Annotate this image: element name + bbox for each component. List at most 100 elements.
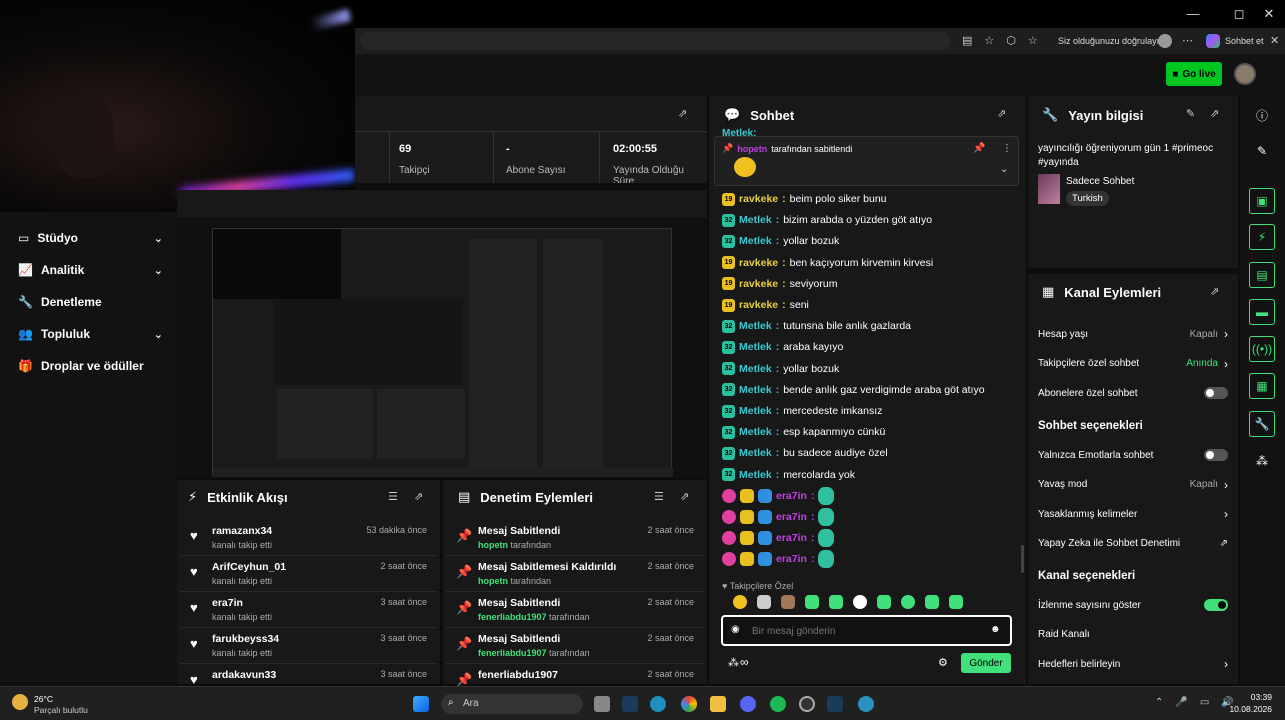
server-icon[interactable]: ▦ bbox=[1249, 373, 1275, 399]
action-row[interactable]: Abonelere özel sohbet bbox=[1038, 384, 1228, 402]
emote-icon[interactable]: ☻ bbox=[990, 624, 1001, 635]
chat-username[interactable]: ravkeke bbox=[739, 257, 778, 269]
chat-username[interactable]: Metlek bbox=[739, 469, 772, 481]
copilot-icon[interactable] bbox=[1206, 34, 1220, 48]
emote[interactable] bbox=[829, 595, 843, 609]
modlog-row[interactable]: 📌 Mesaj Sabitlendi fenerliabdu1907 tarafın… bbox=[446, 592, 704, 628]
gear-icon[interactable]: ⚙ bbox=[938, 656, 948, 669]
chat-username[interactable]: era7in bbox=[776, 532, 807, 544]
send-button[interactable]: Gönder bbox=[961, 653, 1011, 673]
chat-username[interactable]: era7in bbox=[776, 511, 807, 523]
chat-message[interactable]: 32 Metlek: araba kayıyo bbox=[722, 338, 843, 356]
edge-icon[interactable] bbox=[650, 696, 666, 712]
chat-message[interactable]: era7in: bbox=[722, 550, 835, 569]
popout-icon[interactable]: ⇗ bbox=[678, 107, 687, 120]
action-row[interactable]: Yasaklanmış kelimeler › bbox=[1038, 505, 1228, 523]
action-row[interactable]: Yalnızca Emotlarla sohbet bbox=[1038, 446, 1228, 464]
chevron-up-icon[interactable]: ⌃ bbox=[1155, 697, 1163, 708]
lightning-icon[interactable]: ⚡ bbox=[1249, 224, 1275, 250]
browser-icon[interactable] bbox=[858, 696, 874, 712]
action-row[interactable]: Yapay Zeka ile Sohbet Denetimi ⇗ bbox=[1038, 535, 1228, 553]
clock-time[interactable]: 03:39 bbox=[1232, 692, 1272, 702]
popout-icon[interactable]: ⇗ bbox=[414, 490, 423, 503]
chevron-down-icon[interactable]: ⌄ bbox=[1000, 164, 1008, 175]
chat-username[interactable]: ravkeke bbox=[739, 193, 778, 205]
modlog-row[interactable]: 📌 Mesaj Sabitlemesi Kaldırıldı hopetn tara… bbox=[446, 556, 704, 592]
emote[interactable] bbox=[949, 595, 963, 609]
chat-message[interactable]: 32 Metlek: yollar bozuk bbox=[722, 360, 839, 378]
community-icon[interactable]: ⁂ bbox=[1249, 448, 1275, 474]
toggle-switch[interactable] bbox=[1204, 387, 1228, 399]
obs-icon[interactable] bbox=[799, 696, 815, 712]
task-view-icon[interactable] bbox=[594, 696, 610, 712]
chat-message[interactable]: 19 ravkeke: seni bbox=[722, 296, 809, 314]
explorer-icon[interactable] bbox=[710, 696, 726, 712]
emote[interactable] bbox=[925, 595, 939, 609]
chat-username[interactable]: Metlek bbox=[739, 341, 772, 353]
modlog-row[interactable]: 📌 Mesaj Sabitlendi hopetn tarafından 2 saat… bbox=[446, 520, 704, 556]
toggle-switch[interactable] bbox=[1204, 599, 1228, 611]
profile-avatar[interactable] bbox=[1158, 34, 1172, 48]
chat-username[interactable]: Metlek bbox=[739, 363, 772, 375]
emote[interactable] bbox=[853, 595, 867, 609]
toggle-switch[interactable] bbox=[1204, 449, 1228, 461]
emote[interactable] bbox=[901, 595, 915, 609]
action-row[interactable]: Raid Kanalı bbox=[1038, 626, 1228, 644]
chat-message[interactable]: 19 ravkeke: ben kaçıyorum kirvemin kirvesi bbox=[722, 254, 933, 272]
emote[interactable] bbox=[877, 595, 891, 609]
filter-icon[interactable]: ☰ bbox=[388, 490, 398, 503]
activity-row[interactable]: ♥ ArifCeyhun_01 kanalı takip etti 2 saat ön… bbox=[180, 556, 437, 592]
kebab-icon[interactable]: ⋮ bbox=[1002, 143, 1012, 154]
sidebar-item-community[interactable]: 👥 Topluluk ⌄ bbox=[18, 324, 163, 344]
action-row[interactable]: Hedefleri belirleyin › bbox=[1038, 655, 1228, 673]
address-bar[interactable] bbox=[360, 32, 950, 50]
activity-user[interactable]: ArifCeyhun_01 bbox=[212, 561, 286, 573]
popout-icon[interactable]: ⇗ bbox=[997, 107, 1006, 120]
action-row[interactable]: İzlenme sayısını göster bbox=[1038, 596, 1228, 614]
chat-username[interactable]: ravkeke bbox=[739, 299, 778, 311]
chat-message[interactable]: 32 Metlek: bizim arabda o yüzden göt atıyo bbox=[722, 211, 932, 229]
chat-username[interactable]: Metlek bbox=[739, 384, 772, 396]
emote[interactable] bbox=[805, 595, 819, 609]
modlog-user[interactable]: fenerliabdu1907 bbox=[478, 648, 547, 658]
chat-message[interactable]: 32 Metlek: mercolarda yok bbox=[722, 466, 855, 484]
activity-user[interactable]: era7in bbox=[212, 597, 243, 609]
chat-message[interactable]: era7in: bbox=[722, 486, 835, 505]
modlog-row[interactable]: 📌 Mesaj Sabitlendi fenerliabdu1907 tarafın… bbox=[446, 628, 704, 664]
document-icon[interactable]: ▤ bbox=[1249, 262, 1275, 288]
unpin-icon[interactable]: 📌 bbox=[973, 143, 985, 154]
chat-message[interactable]: 19 ravkeke: beim polo siker bunu bbox=[722, 190, 887, 208]
action-row[interactable]: Hesap yaşı Kapalı › bbox=[1038, 325, 1228, 343]
chat-message[interactable]: 32 Metlek: yollar bozuk bbox=[722, 232, 839, 250]
network-icon[interactable]: ▭ bbox=[1200, 697, 1209, 708]
action-row[interactable]: Yavaş mod Kapalı › bbox=[1038, 476, 1228, 494]
minimize-button[interactable]: — bbox=[1178, 6, 1208, 21]
popout-icon[interactable]: ⇗ bbox=[1210, 285, 1219, 298]
chat-message[interactable]: era7in: bbox=[722, 508, 835, 526]
broadcast-icon[interactable]: ((•)) bbox=[1249, 336, 1275, 362]
steam-icon[interactable] bbox=[622, 696, 638, 712]
more-icon[interactable]: ⋯ bbox=[1182, 34, 1193, 47]
popout-icon[interactable]: ⇗ bbox=[1210, 107, 1219, 120]
sidebar-item-analytics[interactable]: 📈 Analitik ⌄ bbox=[18, 260, 163, 280]
sidebar-item-drops[interactable]: 🎁 Droplar ve ödüller bbox=[18, 356, 163, 376]
chat-username[interactable]: Metlek bbox=[739, 235, 772, 247]
activity-row[interactable]: ♥ ramazanx34 kanalı takip etti 53 dakika ön… bbox=[180, 520, 437, 556]
chat-username[interactable]: Metlek bbox=[739, 214, 772, 226]
infinity-icon[interactable]: ∞ bbox=[740, 655, 749, 669]
chat-input[interactable] bbox=[752, 623, 972, 639]
verify-identity-text[interactable]: Siz olduğunuzu doğrulayın bbox=[1058, 36, 1164, 46]
chat-message[interactable]: 32 Metlek: bende anlık gaz verdigimde arab… bbox=[722, 381, 985, 399]
activity-user[interactable]: ramazanx34 bbox=[212, 525, 272, 537]
chat-message[interactable]: 32 Metlek: mercedeste imkansız bbox=[722, 402, 882, 420]
modlog-user[interactable]: fenerliabdu1907 bbox=[478, 612, 547, 622]
chat-message[interactable]: 32 Metlek: esp kapanmıyo cünkü bbox=[722, 423, 885, 441]
screen-icon[interactable]: ▣ bbox=[1249, 188, 1275, 214]
edit-icon[interactable]: ✎ bbox=[1249, 138, 1275, 164]
modlog-user[interactable]: hopetn bbox=[478, 540, 508, 550]
community-icon[interactable]: ⁂ bbox=[728, 656, 739, 669]
activity-user[interactable]: farukbeyss34 bbox=[212, 633, 279, 645]
clock-date[interactable]: 10.08.2026 bbox=[1222, 704, 1272, 714]
chat-username[interactable]: Metlek bbox=[739, 405, 772, 417]
action-row[interactable]: Takipçilere özel sohbet Anında › bbox=[1038, 355, 1228, 373]
